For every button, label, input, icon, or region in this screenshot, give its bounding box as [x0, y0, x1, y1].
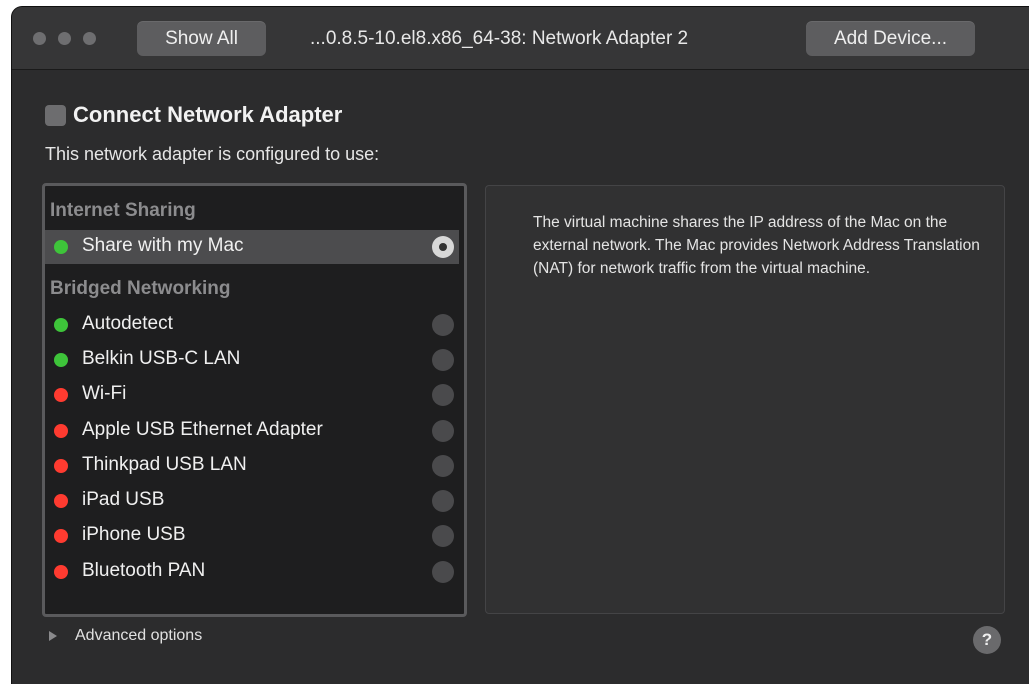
radio-icon[interactable]	[432, 314, 454, 336]
list-item-label: Share with my Mac	[82, 235, 244, 256]
radio-icon[interactable]	[432, 490, 454, 512]
window-title: ...0.8.5-10.el8.x86_64-38: Network Adapt…	[310, 28, 689, 49]
group-header-internet-sharing: Internet Sharing	[50, 200, 196, 221]
list-item-label: Bluetooth PAN	[82, 560, 206, 581]
title-bar: Show All ...0.8.5-10.el8.x86_64-38: Netw…	[12, 7, 1029, 70]
status-red-icon	[54, 529, 68, 543]
list-item-label: Wi-Fi	[82, 383, 127, 404]
list-item-label: Thinkpad USB LAN	[82, 454, 247, 475]
status-green-icon	[54, 240, 68, 254]
list-item-label: iPhone USB	[82, 524, 186, 545]
minimize-window-button[interactable]	[58, 32, 71, 45]
status-red-icon	[54, 494, 68, 508]
add-device-button[interactable]: Add Device...	[806, 21, 975, 56]
radio-icon[interactable]	[432, 525, 454, 547]
connect-label: Connect Network Adapter	[73, 102, 343, 127]
list-item-belkin-usb-c-lan[interactable]: Belkin USB-C LAN	[45, 343, 459, 377]
configured-to-use-label: This network adapter is configured to us…	[45, 144, 380, 164]
radio-icon[interactable]	[432, 349, 454, 371]
list-item-thinkpad-usb-lan[interactable]: Thinkpad USB LAN	[45, 449, 459, 483]
advanced-options-label: Advanced options	[75, 627, 203, 644]
group-header-bridged-networking: Bridged Networking	[50, 278, 231, 299]
list-item-share-with-my-mac[interactable]: Share with my Mac	[45, 230, 459, 264]
radio-icon[interactable]	[432, 455, 454, 477]
network-source-list[interactable]: Internet Sharing Share with my Mac Bridg…	[42, 183, 467, 617]
list-item-label: Belkin USB-C LAN	[82, 348, 241, 369]
show-all-button[interactable]: Show All	[137, 21, 266, 56]
radio-icon[interactable]	[432, 420, 454, 442]
status-red-icon	[54, 459, 68, 473]
list-item-autodetect[interactable]: Autodetect	[45, 308, 459, 342]
list-item-apple-usb-ethernet-adapter[interactable]: Apple USB Ethernet Adapter	[45, 414, 459, 448]
list-item-wi-fi[interactable]: Wi-Fi	[45, 378, 459, 412]
radio-icon[interactable]	[432, 561, 454, 583]
connect-network-adapter-row[interactable]: Connect Network Adapter	[45, 101, 342, 129]
disclosure-triangle-icon[interactable]	[49, 631, 57, 641]
status-green-icon	[54, 353, 68, 367]
help-button[interactable]: ?	[973, 626, 1001, 654]
list-item-label: Autodetect	[82, 313, 173, 334]
radio-icon[interactable]	[432, 384, 454, 406]
list-item-ipad-usb[interactable]: iPad USB	[45, 484, 459, 518]
zoom-window-button[interactable]	[83, 32, 96, 45]
radio-selected-icon[interactable]	[432, 236, 454, 258]
list-item-label: iPad USB	[82, 489, 165, 510]
description-text: The virtual machine shares the IP addres…	[533, 214, 980, 277]
status-red-icon	[54, 388, 68, 402]
status-red-icon	[54, 565, 68, 579]
status-green-icon	[54, 318, 68, 332]
advanced-options-disclosure[interactable]: Advanced options	[49, 625, 202, 647]
list-item-label: Apple USB Ethernet Adapter	[82, 419, 323, 440]
network-adapter-window: Show All ...0.8.5-10.el8.x86_64-38: Netw…	[12, 7, 1029, 684]
list-item-iphone-usb[interactable]: iPhone USB	[45, 519, 459, 553]
connect-checkbox[interactable]	[45, 104, 66, 126]
description-panel: The virtual machine shares the IP addres…	[485, 185, 1005, 614]
status-red-icon	[54, 424, 68, 438]
list-item-bluetooth-pan[interactable]: Bluetooth PAN	[45, 555, 459, 589]
close-window-button[interactable]	[33, 32, 46, 45]
